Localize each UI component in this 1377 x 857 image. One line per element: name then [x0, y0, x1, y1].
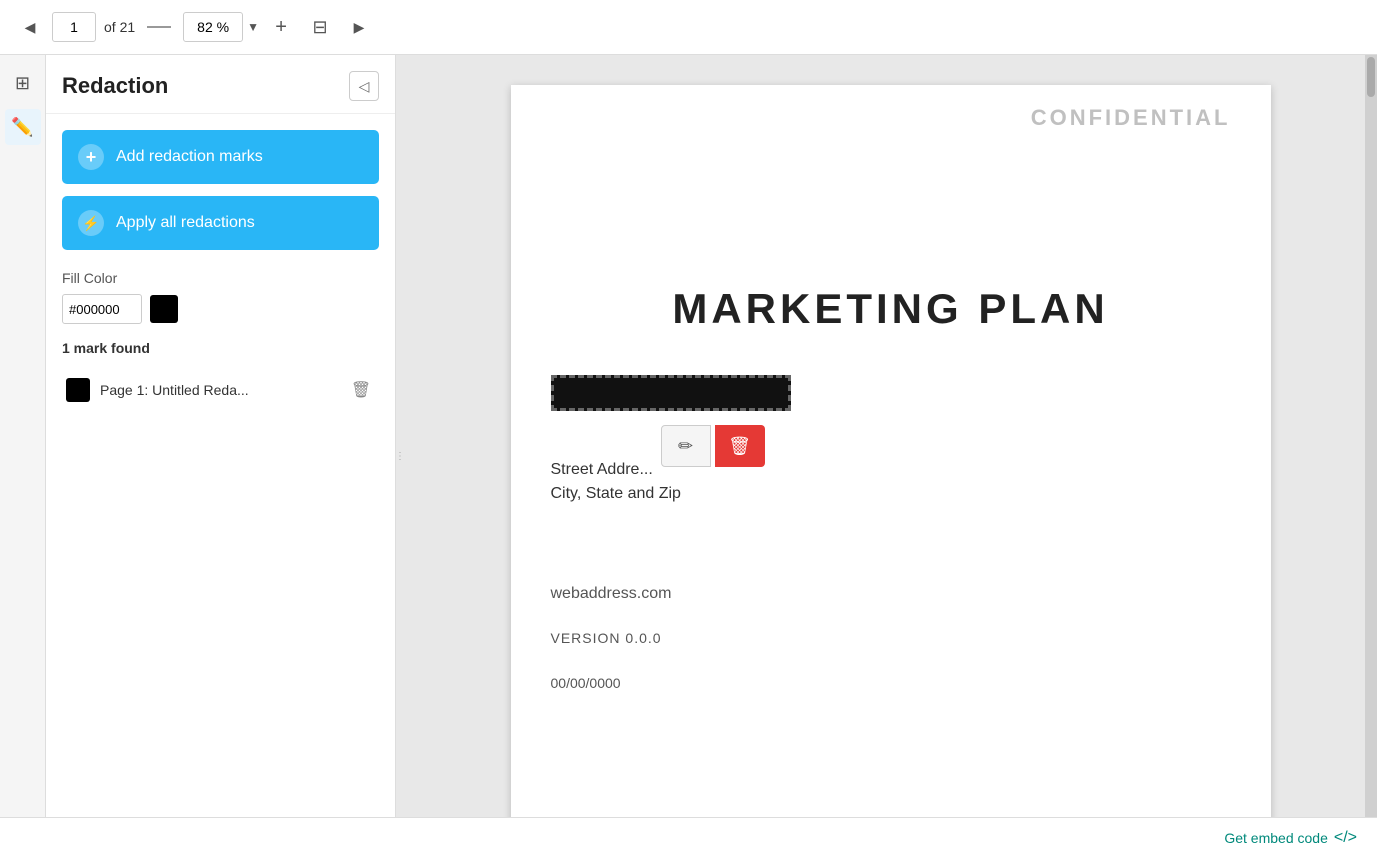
document-title: MARKETING PLAN [672, 285, 1108, 333]
fit-icon: ⊟ [312, 17, 327, 38]
pencil-icon: ✏ [678, 436, 693, 457]
footer-bar: Get embed code </> [0, 817, 1377, 857]
apply-redactions-button[interactable]: ⚡ Apply all redactions [62, 196, 379, 250]
grid-icon: ⊞ [15, 73, 30, 94]
redaction-icon: ✏️ [11, 117, 33, 138]
plus-icon: + [78, 144, 104, 170]
embed-code-label: Get embed code [1224, 830, 1328, 846]
main-layout: ⊞ ✏️ Redaction ◁ + Add redaction marks ⚡… [0, 55, 1377, 857]
mark-delete-button[interactable]: 🗑 [347, 376, 375, 404]
popup-edit-button[interactable]: ✏ [661, 425, 711, 467]
apply-redactions-label: Apply all redactions [116, 214, 255, 232]
document-date: 00/00/0000 [551, 675, 621, 691]
document-street: Street Addre... [551, 461, 653, 479]
toolbar-divider [147, 26, 171, 28]
trash-icon: 🗑 [351, 380, 371, 400]
page-of-label: of 21 [104, 19, 135, 35]
document-city: City, State and Zip [551, 485, 681, 503]
zoom-input[interactable] [183, 12, 243, 42]
icon-rail: ⊞ ✏️ [0, 55, 46, 857]
next-page-button[interactable]: ▶ [345, 13, 373, 41]
side-panel-title: Redaction [62, 73, 168, 99]
document-version: VERSION 0.0.0 [551, 630, 662, 646]
fill-color-label: Fill Color [62, 270, 379, 286]
redaction-popup: ✏ 🗑 [661, 425, 765, 467]
fill-color-section: Fill Color [62, 270, 379, 324]
add-redaction-label: Add redaction marks [116, 148, 263, 166]
side-panel-content: + Add redaction marks ⚡ Apply all redact… [46, 114, 395, 857]
marks-found-label: 1 mark found [62, 340, 379, 356]
side-panel-header: Redaction ◁ [46, 55, 395, 114]
mark-label: Page 1: Untitled Reda... [100, 382, 337, 398]
prev-page-button[interactable]: ◀ [16, 13, 44, 41]
get-embed-code-link[interactable]: Get embed code </> [1224, 829, 1357, 847]
vertical-scrollbar[interactable] [1365, 55, 1377, 857]
grid-icon-button[interactable]: ⊞ [5, 65, 41, 101]
popup-delete-button[interactable]: 🗑 [715, 425, 765, 467]
scrollbar-thumb [1367, 57, 1375, 97]
redaction-mark[interactable] [551, 375, 791, 411]
confidential-watermark: CONFIDENTIAL [1031, 105, 1231, 131]
side-panel: Redaction ◁ + Add redaction marks ⚡ Appl… [46, 55, 396, 857]
trash-icon: 🗑 [728, 436, 751, 457]
code-icon: </> [1334, 829, 1357, 847]
side-panel-close-button[interactable]: ◁ [349, 71, 379, 101]
fill-color-input[interactable] [62, 294, 142, 324]
fill-color-row [62, 294, 379, 324]
lightning-icon: ⚡ [78, 210, 104, 236]
zoom-area: ▼ [183, 12, 259, 42]
page-number-input[interactable] [52, 12, 96, 42]
toolbar: ◀ of 21 ▼ + ⊟ ▶ [0, 0, 1377, 55]
document-web: webaddress.com [551, 585, 672, 603]
redaction-icon-button[interactable]: ✏️ [5, 109, 41, 145]
zoom-dropdown-button[interactable]: ▼ [247, 20, 259, 34]
fit-page-button[interactable]: ⊟ [303, 10, 337, 44]
resize-handle[interactable]: ⋮ [396, 55, 404, 857]
close-panel-icon: ◁ [359, 78, 370, 95]
zoom-add-button[interactable]: + [267, 13, 295, 41]
mark-color-swatch [66, 378, 90, 402]
add-redaction-button[interactable]: + Add redaction marks [62, 130, 379, 184]
document-area[interactable]: CONFIDENTIAL ✏ 🗑 MARKETING PLAN Street A… [404, 55, 1377, 857]
mark-item: Page 1: Untitled Reda... 🗑 [62, 368, 379, 412]
fill-color-swatch[interactable] [150, 295, 178, 323]
document-page: CONFIDENTIAL ✏ 🗑 MARKETING PLAN Street A… [511, 85, 1271, 827]
